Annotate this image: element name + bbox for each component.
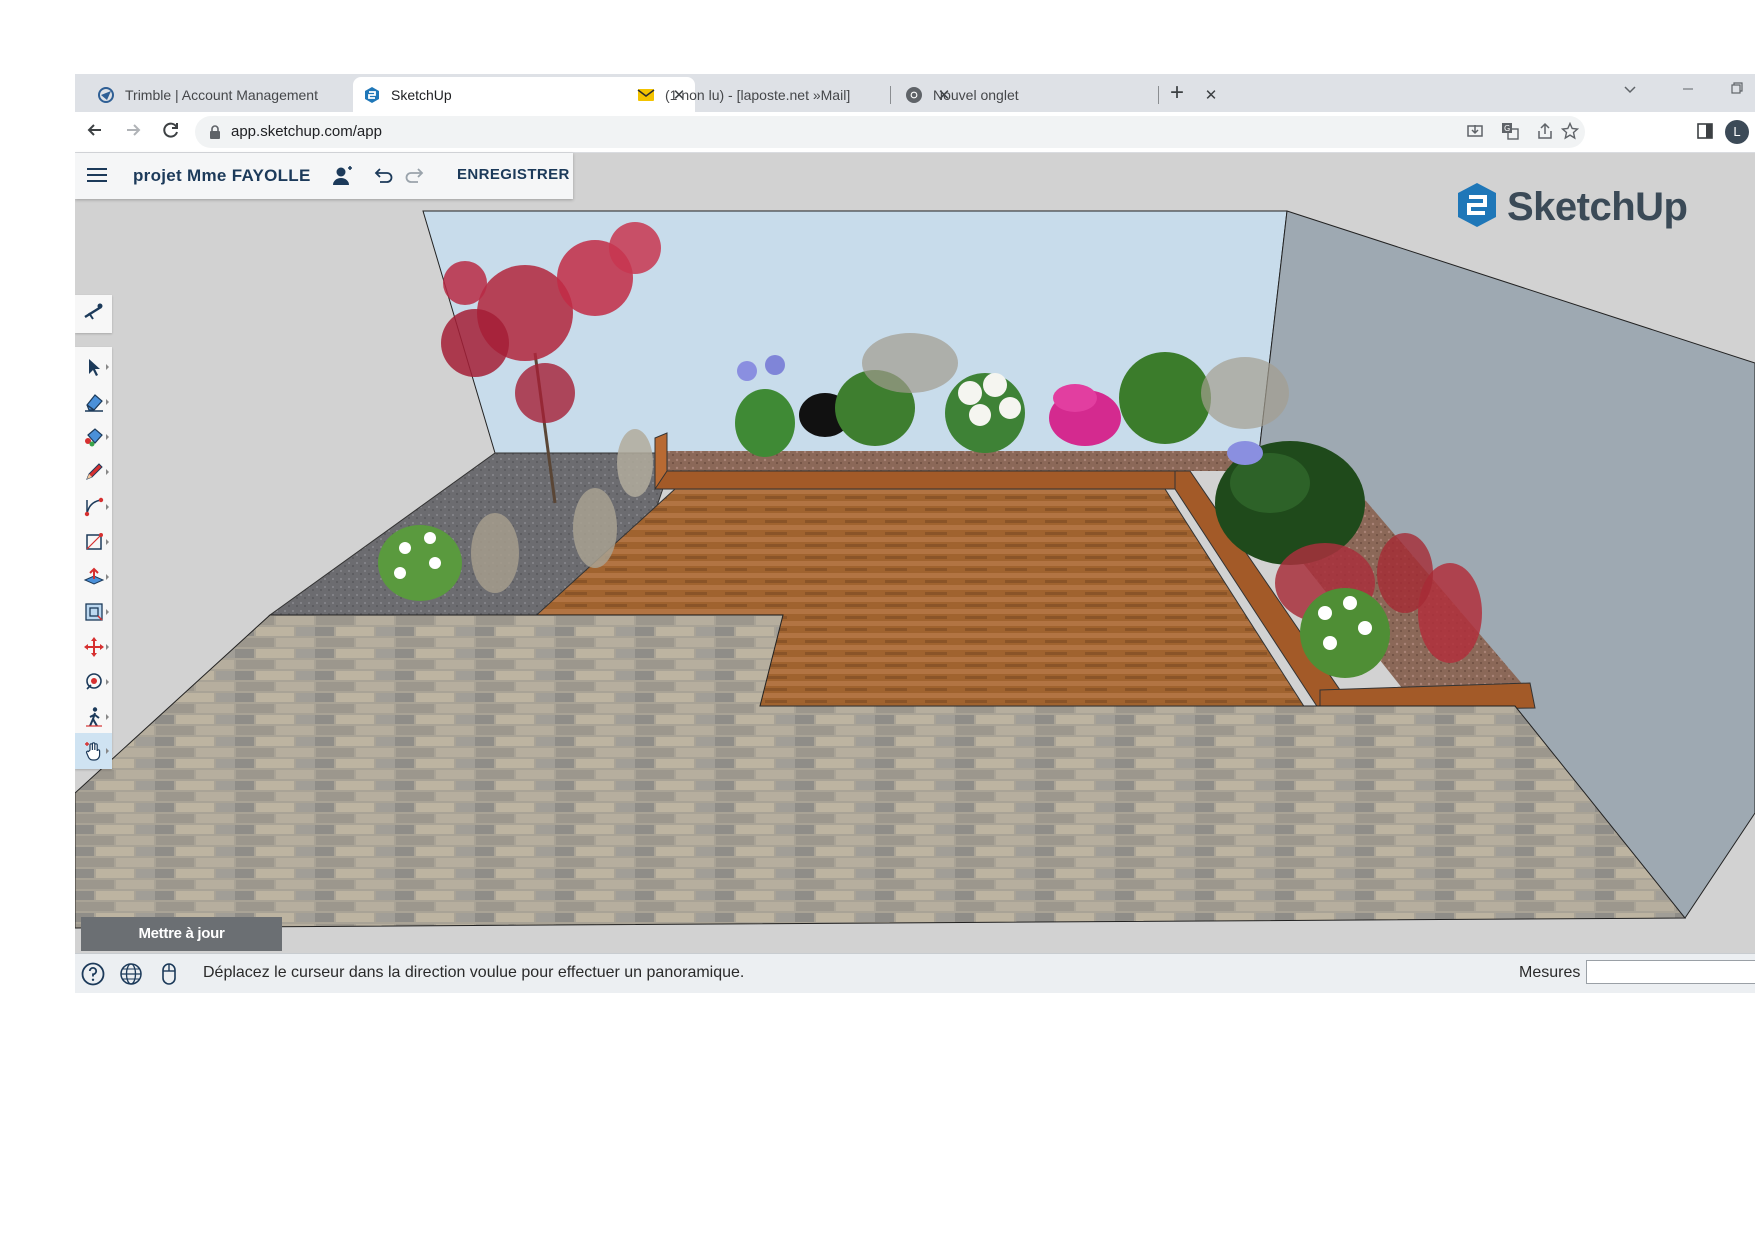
- measures-label: Mesures: [1519, 964, 1581, 981]
- rectangle-tool[interactable]: [75, 524, 112, 560]
- instructor-tool[interactable]: [75, 296, 112, 332]
- pencil-tool[interactable]: [75, 454, 112, 490]
- white-flower-plant: [1300, 588, 1390, 678]
- chevron-down-icon[interactable]: [1615, 78, 1645, 102]
- tab-title: Nouvel onglet: [933, 86, 1019, 103]
- eraser-icon: [84, 394, 103, 412]
- white-hydrangea-plant: [945, 373, 1025, 453]
- eraser-tool[interactable]: [75, 384, 112, 420]
- tab-title: (1 non lu) - [laposte.net »Mail]: [665, 86, 851, 103]
- 3d-viewport[interactable]: [75, 153, 1755, 953]
- browser-window: Trimble | Account Management ✕ SketchUp …: [75, 74, 1755, 993]
- measures-input[interactable]: [1586, 960, 1755, 984]
- offset-icon: [84, 603, 103, 621]
- save-button[interactable]: ENREGISTRER: [457, 166, 570, 183]
- forward-icon[interactable]: [121, 120, 145, 144]
- pan-tool[interactable]: [75, 733, 112, 769]
- bookmark-star-icon[interactable]: [1560, 121, 1580, 142]
- svg-text:G: G: [1504, 124, 1510, 133]
- logo-text: SketchUp: [1507, 185, 1688, 229]
- orbit-tool[interactable]: [75, 664, 112, 700]
- trimble-icon: [97, 86, 115, 104]
- arc-icon: [84, 497, 103, 517]
- mouse-icon[interactable]: [157, 962, 181, 986]
- instructor-panel: [75, 295, 112, 333]
- status-message: Déplacez le curseur dans la direction vo…: [203, 964, 745, 981]
- help-icon[interactable]: [81, 962, 105, 986]
- close-tab-icon[interactable]: ✕: [1201, 86, 1221, 104]
- address-bar[interactable]: app.sketchup.com/app G: [195, 116, 1585, 148]
- paint-bucket-icon: [84, 428, 103, 447]
- walk-icon: [85, 707, 102, 727]
- push-pull-icon: [83, 567, 104, 585]
- url-text: app.sketchup.com/app: [231, 123, 382, 140]
- side-panel-icon[interactable]: [1695, 122, 1715, 142]
- back-icon[interactable]: [83, 120, 107, 144]
- move-icon: [83, 637, 104, 657]
- tab-separator: [1158, 86, 1159, 104]
- sketchup-logo: SketchUp: [1455, 181, 1688, 234]
- mail-icon: [637, 86, 655, 104]
- new-tab-button[interactable]: +: [1163, 80, 1191, 108]
- redo-icon[interactable]: [405, 165, 427, 187]
- chrome-icon: [905, 86, 923, 104]
- update-button[interactable]: Mettre à jour: [81, 917, 282, 951]
- pencil-icon: [85, 463, 103, 480]
- sketchup-logo-icon: [1455, 181, 1499, 234]
- pan-hand-icon: [84, 742, 100, 761]
- rectangle-icon: [85, 533, 103, 550]
- share-icon[interactable]: [1535, 122, 1555, 142]
- tab-separator: [890, 86, 891, 104]
- profile-avatar[interactable]: L: [1725, 120, 1749, 144]
- minimize-icon[interactable]: [1673, 78, 1703, 102]
- move-tool[interactable]: [75, 629, 112, 665]
- browser-toolbar: app.sketchup.com/app G L: [75, 112, 1755, 153]
- translate-icon[interactable]: G: [1500, 122, 1520, 142]
- install-app-icon[interactable]: [1465, 122, 1485, 142]
- white-gaura-plant: [378, 525, 462, 601]
- offset-tool[interactable]: [75, 594, 112, 630]
- instructor-icon: [83, 301, 105, 328]
- arc-tool[interactable]: [75, 489, 112, 525]
- globe-icon[interactable]: [119, 962, 143, 986]
- push-pull-tool[interactable]: [75, 559, 112, 595]
- garden-model: [75, 210, 1755, 929]
- select-tool[interactable]: [75, 349, 112, 385]
- restore-icon[interactable]: [1722, 78, 1752, 102]
- lock-icon: [209, 125, 221, 139]
- walk-tool[interactable]: [75, 699, 112, 735]
- add-collaborator-icon[interactable]: [332, 165, 354, 187]
- orbit-icon: [85, 673, 102, 690]
- paint-bucket-tool[interactable]: [75, 419, 112, 455]
- reload-icon[interactable]: [159, 120, 183, 144]
- status-bar: Déplacez le curseur dans la direction vo…: [75, 953, 1755, 993]
- tool-palette: [75, 347, 112, 769]
- project-panel: projet Mme FAYOLLE ENREGISTRER: [75, 153, 573, 199]
- sketchup-app: projet Mme FAYOLLE ENREGISTRER SketchUp: [75, 153, 1755, 993]
- menu-icon[interactable]: [87, 167, 107, 183]
- arrow-icon: [88, 359, 100, 376]
- project-title[interactable]: projet Mme FAYOLLE: [133, 166, 311, 186]
- tab-strip: Trimble | Account Management ✕ SketchUp …: [75, 74, 1755, 112]
- sketchup-icon: [363, 86, 381, 104]
- undo-icon[interactable]: [371, 165, 393, 187]
